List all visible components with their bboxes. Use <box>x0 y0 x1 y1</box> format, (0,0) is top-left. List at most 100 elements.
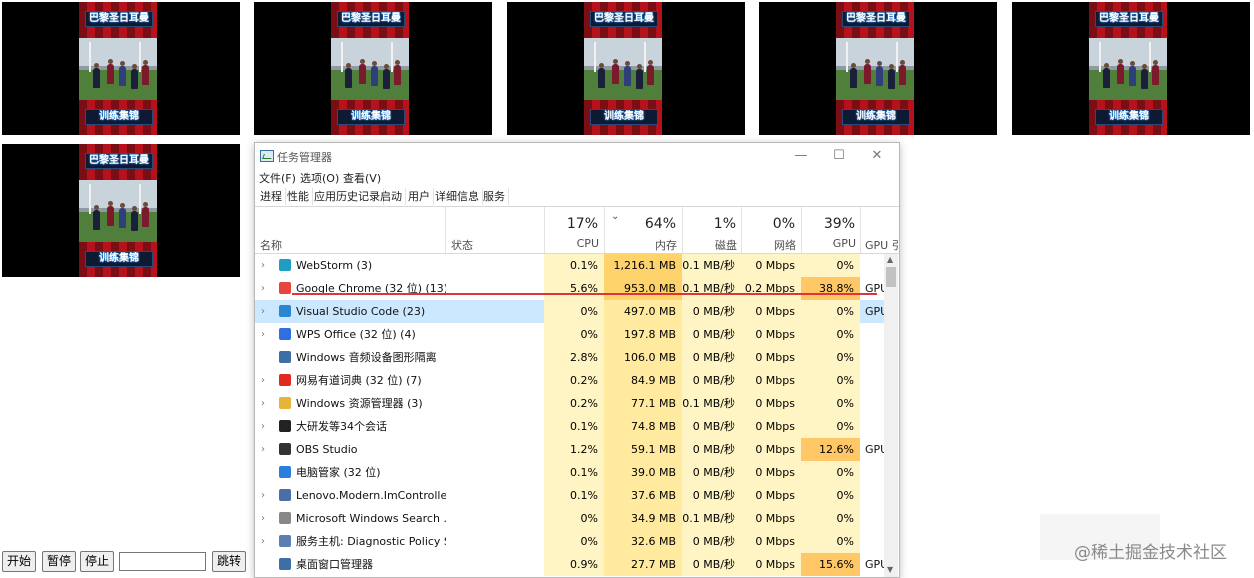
dwm-icon <box>279 558 291 570</box>
expand-chevron-icon[interactable]: › <box>261 530 265 553</box>
video-tile[interactable]: 巴黎圣日耳曼 训练集锦 <box>507 2 745 135</box>
video-tile[interactable]: 巴黎圣日耳曼 训练集锦 <box>254 2 492 135</box>
column-memory[interactable]: 内存 <box>604 237 677 253</box>
process-row[interactable]: › 服务主机: Diagnostic Policy S... 0% 32.6 MB 0 … <box>255 530 885 553</box>
process-name: Windows 音频设备图形隔离 <box>296 351 437 364</box>
column-gpu-engine[interactable]: GPU 引 <box>865 237 899 253</box>
process-row[interactable]: › Windows 资源管理器 (3) 0.2% 77.1 MB 0.1 MB/秒 0 M… <box>255 392 885 415</box>
column-disk[interactable]: 磁盘 <box>682 237 737 253</box>
tab-users[interactable]: 用户 <box>405 188 434 205</box>
process-network: 0 Mbps <box>741 300 801 323</box>
process-cpu: 0.9% <box>544 553 604 576</box>
close-button[interactable]: ✕ <box>859 146 895 166</box>
network-total: 0% <box>772 216 795 232</box>
video-tile[interactable]: 巴黎圣日耳曼 训练集锦 <box>1012 2 1250 135</box>
column-name[interactable]: 名称 <box>260 237 282 253</box>
process-gpu: 0% <box>801 530 860 553</box>
video-scene <box>79 180 157 242</box>
expand-chevron-icon[interactable]: › <box>261 369 265 392</box>
expand-chevron-icon[interactable]: › <box>261 415 265 438</box>
scroll-thumb[interactable] <box>886 267 896 287</box>
tab-performance[interactable]: 性能 <box>284 188 313 205</box>
process-row[interactable]: › Microsoft Windows Search ... 0% 34.9 MB 0.… <box>255 507 885 530</box>
process-row[interactable]: › 大研发等34个会话 0.1% 74.8 MB 0 MB/秒 0 Mbps 0% <box>255 415 885 438</box>
process-cpu: 0% <box>544 530 604 553</box>
process-memory: 74.8 MB <box>604 415 682 438</box>
video-top-caption: 巴黎圣日耳曼 <box>842 11 910 27</box>
obs-icon <box>279 443 291 455</box>
column-network[interactable]: 网络 <box>741 237 796 253</box>
process-disk: 0.1 MB/秒 <box>682 254 741 277</box>
expand-chevron-icon[interactable]: › <box>261 254 265 277</box>
service-host-icon <box>279 535 291 547</box>
vertical-scrollbar[interactable]: ▲ ▼ <box>884 254 898 577</box>
expand-chevron-icon[interactable]: › <box>261 300 265 323</box>
process-name: WPS Office (32 位) (4) <box>296 328 416 341</box>
scroll-up-icon[interactable]: ▲ <box>887 255 893 264</box>
expand-chevron-icon[interactable]: › <box>261 392 265 415</box>
process-gpu: 0% <box>801 392 860 415</box>
process-cpu: 1.2% <box>544 438 604 461</box>
process-gpu: 15.6% <box>801 553 860 576</box>
process-row[interactable]: › 网易有道词典 (32 位) (7) 0.2% 84.9 MB 0 MB/秒 0 Mbp… <box>255 369 885 392</box>
video-scene <box>1089 38 1167 100</box>
process-row[interactable]: › WPS Office (32 位) (4) 0% 197.8 MB 0 MB/秒 0 … <box>255 323 885 346</box>
expand-chevron-icon[interactable]: › <box>261 323 265 346</box>
video-frame: 巴黎圣日耳曼 训练集锦 <box>584 2 662 135</box>
minimize-button[interactable]: — <box>783 146 819 166</box>
process-gpu: 12.6% <box>801 438 860 461</box>
tab-services[interactable]: 服务 <box>480 188 509 205</box>
expand-chevron-icon[interactable]: › <box>261 507 265 530</box>
process-disk: 0 MB/秒 <box>682 415 741 438</box>
video-tile[interactable]: 巴黎圣日耳曼 训练集锦 <box>759 2 997 135</box>
webstorm-icon <box>279 259 291 271</box>
process-network: 0 Mbps <box>741 438 801 461</box>
process-name: 服务主机: Diagnostic Policy S... <box>296 535 446 548</box>
video-bottom-caption: 训练集锦 <box>842 109 910 125</box>
video-scene <box>79 38 157 100</box>
menu-file[interactable]: 文件(F) <box>259 170 296 186</box>
tab-startup[interactable]: 启动 <box>377 188 406 205</box>
menu-options[interactable]: 选项(O) <box>300 170 339 186</box>
process-network: 0 Mbps <box>741 346 801 369</box>
process-gpu: 0% <box>801 415 860 438</box>
video-bottom-caption: 训练集锦 <box>590 109 658 125</box>
process-row[interactable]: Windows 音频设备图形隔离 2.8% 106.0 MB 0 MB/秒 0 Mbps… <box>255 346 885 369</box>
video-tile[interactable]: 巴黎圣日耳曼 训练集锦 <box>2 144 240 277</box>
process-row[interactable]: › WebStorm (3) 0.1% 1,216.1 MB 0.1 MB/秒 0 Mbp… <box>255 254 885 277</box>
column-gpu[interactable]: GPU <box>801 237 856 250</box>
stop-button[interactable]: 停止 <box>80 551 115 572</box>
tab-app-history[interactable]: 应用历史记录 <box>311 188 384 205</box>
chrome-icon <box>279 282 291 294</box>
process-row[interactable]: 桌面窗口管理器 0.9% 27.7 MB 0 MB/秒 0 Mbps 15.6% GPU <box>255 553 888 576</box>
pause-button[interactable]: 暂停 <box>42 551 77 572</box>
maximize-button[interactable]: ☐ <box>821 146 857 166</box>
process-row[interactable]: 电脑管家 (32 位) 0.1% 39.0 MB 0 MB/秒 0 Mbps 0% <box>255 461 885 484</box>
video-tile[interactable]: 巴黎圣日耳曼 训练集锦 <box>2 2 240 135</box>
jump-button[interactable]: 跳转 <box>212 551 247 572</box>
process-network: 0 Mbps <box>741 530 801 553</box>
expand-chevron-icon[interactable]: › <box>261 484 265 507</box>
column-cpu[interactable]: CPU <box>544 237 599 250</box>
process-row[interactable]: › Visual Studio Code (23) 0% 497.0 MB 0 MB/秒… <box>255 300 888 323</box>
tab-processes[interactable]: 进程 <box>257 188 286 205</box>
menu-view[interactable]: 查看(V) <box>343 170 381 186</box>
video-top-caption: 巴黎圣日耳曼 <box>85 11 153 27</box>
scroll-down-icon[interactable]: ▼ <box>887 565 893 574</box>
watermark-text: @稀土掘金技术社区 <box>1074 543 1227 563</box>
column-status[interactable]: 状态 <box>451 237 473 253</box>
process-row[interactable]: › OBS Studio 1.2% 59.1 MB 0 MB/秒 0 Mbps 12.6% G… <box>255 438 888 461</box>
shield-icon <box>279 466 291 478</box>
jump-input[interactable] <box>119 552 206 571</box>
process-row[interactable]: › Google Chrome (32 位) (13) 5.6% 953.0 MB 0.… <box>255 277 888 300</box>
expand-chevron-icon[interactable]: › <box>261 277 265 300</box>
tab-details[interactable]: 详细信息 <box>432 188 483 205</box>
start-button[interactable]: 开始 <box>2 551 37 572</box>
video-bottom-caption: 训练集锦 <box>85 251 153 267</box>
expand-chevron-icon[interactable]: › <box>261 438 265 461</box>
task-manager-window: 任务管理器 — ☐ ✕ 文件(F) 选项(O) 查看(V) 进程 性能 应用历史… <box>254 142 900 578</box>
process-row[interactable]: › Lenovo.Modern.ImControlle... 0.1% 37.6 MB… <box>255 484 885 507</box>
process-cpu: 0% <box>544 507 604 530</box>
video-bottom-caption: 训练集锦 <box>1095 109 1163 125</box>
process-network: 0 Mbps <box>741 415 801 438</box>
